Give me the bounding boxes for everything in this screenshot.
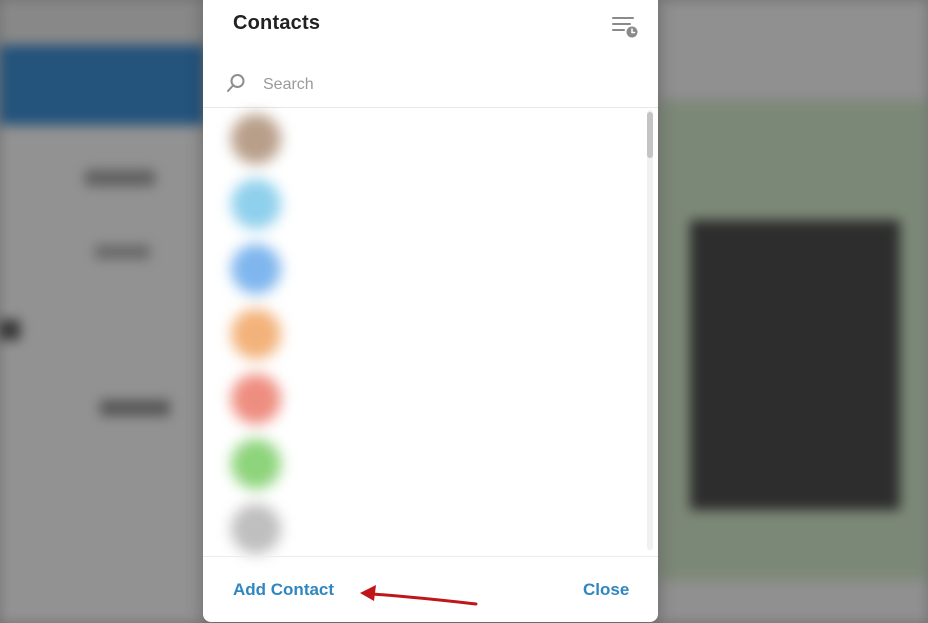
- search-input[interactable]: [261, 70, 625, 100]
- contact-row[interactable]: [213, 171, 601, 236]
- contact-row[interactable]: [213, 431, 601, 496]
- annotation-arrow-icon: [360, 585, 478, 606]
- contact-avatar: [231, 439, 281, 489]
- contact-avatar: [231, 179, 281, 229]
- scrollbar[interactable]: [647, 110, 653, 550]
- contact-row[interactable]: [213, 301, 601, 366]
- contact-row[interactable]: [213, 496, 601, 556]
- footer-divider: [203, 556, 658, 557]
- close-button[interactable]: Close: [583, 580, 629, 600]
- add-contact-button[interactable]: Add Contact: [233, 580, 334, 600]
- dialog-title: Contacts: [233, 12, 321, 34]
- contact-list: [213, 106, 601, 556]
- contact-row[interactable]: [213, 236, 601, 301]
- contact-avatar: [231, 374, 281, 424]
- contacts-dialog: Contacts Add Contact Close: [203, 0, 658, 622]
- contact-avatar: [231, 504, 281, 554]
- scrollbar-thumb[interactable]: [647, 112, 653, 158]
- contact-avatar: [231, 309, 281, 359]
- search-bar: [203, 62, 658, 106]
- search-icon: [225, 72, 247, 94]
- contact-avatar: [231, 114, 281, 164]
- contact-avatar: [231, 244, 281, 294]
- contact-row[interactable]: [213, 106, 601, 171]
- sort-by-time-icon[interactable]: [610, 14, 640, 40]
- contact-row[interactable]: [213, 366, 601, 431]
